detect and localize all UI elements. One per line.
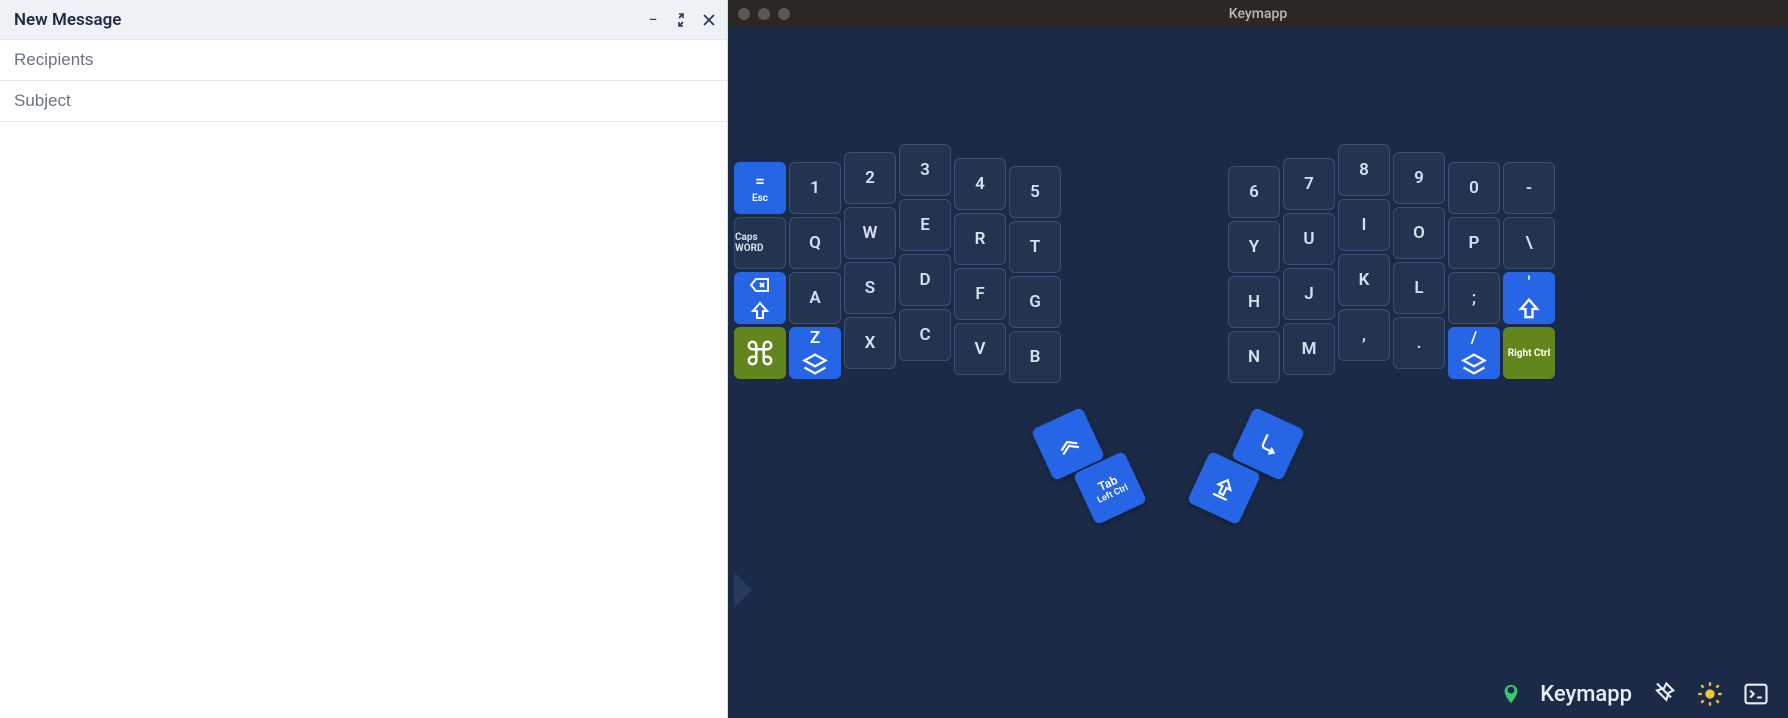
key-s[interactable]: S [844, 262, 896, 314]
key-e[interactable]: E [899, 199, 951, 251]
key-3[interactable]: 3 [899, 144, 951, 196]
key-d[interactable]: D [899, 254, 951, 306]
key-b[interactable]: B [1009, 331, 1061, 383]
key-y[interactable]: Y [1228, 221, 1280, 273]
key-o[interactable]: O [1393, 207, 1445, 259]
keymapp-titlebar[interactable]: Keymapp [728, 0, 1788, 28]
key-p[interactable]: P [1448, 217, 1500, 269]
key-semicolon[interactable]: ; [1448, 272, 1500, 324]
key-5[interactable]: 5 [1009, 166, 1061, 218]
key-minus[interactable]: - [1503, 162, 1555, 214]
recipients-field-wrap [0, 40, 727, 81]
key-w[interactable]: W [844, 207, 896, 259]
compose-header: New Message − [0, 0, 727, 40]
key-h[interactable]: H [1228, 276, 1280, 328]
key-n[interactable]: N [1228, 331, 1280, 383]
window-traffic-lights [728, 8, 790, 20]
key-a[interactable]: A [789, 272, 841, 324]
keymapp-window: Keymapp Tab Left Ctrl Keymapp [728, 0, 1788, 718]
close-icon[interactable] [701, 12, 717, 28]
key-i[interactable]: I [1338, 199, 1390, 251]
key-caps-word[interactable]: Caps WORD [734, 217, 786, 269]
key-x[interactable]: X [844, 317, 896, 369]
key-g[interactable]: G [1009, 276, 1061, 328]
compose-body [0, 122, 727, 718]
keymapp-title: Keymapp [1229, 6, 1287, 22]
key-t[interactable]: T [1009, 221, 1061, 273]
key-z[interactable]: Z [789, 327, 841, 379]
popout-icon[interactable] [673, 12, 689, 28]
key-shift-bksp[interactable] [734, 272, 786, 324]
key-comma[interactable]: , [1338, 309, 1390, 361]
key-f[interactable]: F [954, 268, 1006, 320]
key-slash[interactable]: / [1448, 327, 1500, 379]
location-pin-icon[interactable] [1500, 680, 1522, 708]
window-max-dot[interactable] [778, 8, 790, 20]
key-esc[interactable]: =Esc [734, 162, 786, 214]
key-right-ctrl[interactable]: Right Ctrl [1503, 327, 1555, 379]
key-r[interactable]: R [954, 213, 1006, 265]
key-8[interactable]: 8 [1338, 144, 1390, 196]
subject-input[interactable] [14, 91, 713, 111]
recipients-input[interactable] [14, 50, 713, 70]
key-7[interactable]: 7 [1283, 158, 1335, 210]
keymap-canvas: Tab Left Ctrl Keymapp [728, 28, 1788, 718]
key-9[interactable]: 9 [1393, 152, 1445, 204]
key-period[interactable]: . [1393, 317, 1445, 369]
pin-icon[interactable] [1650, 680, 1678, 708]
key-2[interactable]: 2 [844, 152, 896, 204]
key-l[interactable]: L [1393, 262, 1445, 314]
key-k[interactable]: K [1338, 254, 1390, 306]
key-v[interactable]: V [954, 323, 1006, 375]
key-quote[interactable]: ' [1503, 272, 1555, 324]
compose-window-controls: − [645, 12, 717, 28]
brightness-icon[interactable] [1696, 680, 1724, 708]
compose-body-input[interactable] [14, 136, 713, 704]
key-u[interactable]: U [1283, 213, 1335, 265]
key-m[interactable]: M [1283, 323, 1335, 375]
subject-field-wrap [0, 81, 727, 122]
key-backslash[interactable]: \ [1503, 217, 1555, 269]
key-c[interactable]: C [899, 309, 951, 361]
compose-title: New Message [14, 10, 121, 30]
key-j[interactable]: J [1283, 268, 1335, 320]
compose-window: New Message − [0, 0, 728, 718]
minimize-icon[interactable]: − [645, 12, 661, 28]
window-min-dot[interactable] [758, 8, 770, 20]
keymapp-footer: Keymapp [1500, 680, 1770, 708]
key-6[interactable]: 6 [1228, 166, 1280, 218]
key-0[interactable]: 0 [1448, 162, 1500, 214]
key-cmd[interactable] [734, 327, 786, 379]
terminal-icon[interactable] [1742, 680, 1770, 708]
expand-sidebar-icon[interactable] [734, 572, 752, 608]
window-close-dot[interactable] [738, 8, 750, 20]
keymapp-footer-label: Keymapp [1540, 682, 1632, 707]
key-q[interactable]: Q [789, 217, 841, 269]
key-1[interactable]: 1 [789, 162, 841, 214]
key-4[interactable]: 4 [954, 158, 1006, 210]
